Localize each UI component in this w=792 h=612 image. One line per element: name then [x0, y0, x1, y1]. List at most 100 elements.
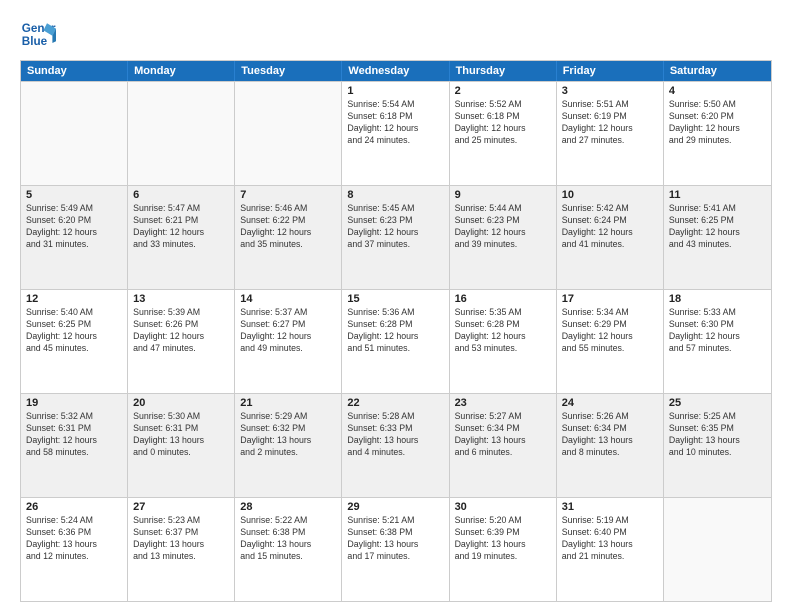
cell-info: Sunrise: 5:41 AM Sunset: 6:25 PM Dayligh… — [669, 203, 766, 251]
cell-info: Sunrise: 5:30 AM Sunset: 6:31 PM Dayligh… — [133, 411, 229, 459]
cell-info: Sunrise: 5:37 AM Sunset: 6:27 PM Dayligh… — [240, 307, 336, 355]
calendar-cell-21: 21 Sunrise: 5:29 AM Sunset: 6:32 PM Dayli… — [235, 394, 342, 497]
cell-day-number: 11 — [669, 189, 766, 201]
cell-info: Sunrise: 5:33 AM Sunset: 6:30 PM Dayligh… — [669, 307, 766, 355]
header-day-saturday: Saturday — [664, 61, 771, 81]
week-row-2: 12Sunrise: 5:40 AM Sunset: 6:25 PM Dayli… — [21, 289, 771, 393]
calendar-cell-24: 24 Sunrise: 5:26 AM Sunset: 6:34 PM Dayli… — [557, 394, 664, 497]
cell-info: Sunrise: 5:20 AM Sunset: 6:39 PM Dayligh… — [455, 515, 551, 563]
calendar-cell-17: 17 Sunrise: 5:34 AM Sunset: 6:29 PM Dayli… — [557, 290, 664, 393]
cell-info: Sunrise: 5:27 AM Sunset: 6:34 PM Dayligh… — [455, 411, 551, 459]
cell-day-number: 5 — [26, 189, 122, 201]
cell-day-number: 10 — [562, 189, 658, 201]
calendar-cell-5: 5 Sunrise: 5:49 AM Sunset: 6:20 PM Daylig… — [21, 186, 128, 289]
calendar-cell-7: 7 Sunrise: 5:46 AM Sunset: 6:22 PM Daylig… — [235, 186, 342, 289]
calendar-cell-empty-0-0 — [21, 82, 128, 185]
cell-day-number: 18 — [669, 293, 766, 305]
calendar-cell-empty-0-2 — [235, 82, 342, 185]
calendar-cell-empty-4-6 — [664, 498, 771, 601]
cell-day-number: 17 — [562, 293, 658, 305]
calendar-cell-29: 29Sunrise: 5:21 AM Sunset: 6:38 PM Dayli… — [342, 498, 449, 601]
cell-info: Sunrise: 5:29 AM Sunset: 6:32 PM Dayligh… — [240, 411, 336, 459]
cell-info: Sunrise: 5:28 AM Sunset: 6:33 PM Dayligh… — [347, 411, 443, 459]
svg-text:Blue: Blue — [22, 35, 48, 48]
cell-info: Sunrise: 5:50 AM Sunset: 6:20 PM Dayligh… — [669, 99, 766, 147]
calendar-cell-30: 30 Sunrise: 5:20 AM Sunset: 6:39 PM Dayli… — [450, 498, 557, 601]
calendar-cell-12: 12Sunrise: 5:40 AM Sunset: 6:25 PM Dayli… — [21, 290, 128, 393]
calendar-cell-1: 1 Sunrise: 5:54 AM Sunset: 6:18 PM Daylig… — [342, 82, 449, 185]
cell-day-number: 8 — [347, 189, 443, 201]
logo: General Blue — [20, 16, 56, 52]
cell-day-number: 16 — [455, 293, 551, 305]
calendar-cell-6: 6 Sunrise: 5:47 AM Sunset: 6:21 PM Daylig… — [128, 186, 235, 289]
cell-info: Sunrise: 5:49 AM Sunset: 6:20 PM Dayligh… — [26, 203, 122, 251]
cell-info: Sunrise: 5:32 AM Sunset: 6:31 PM Dayligh… — [26, 411, 122, 459]
cell-info: Sunrise: 5:42 AM Sunset: 6:24 PM Dayligh… — [562, 203, 658, 251]
cell-day-number: 12 — [26, 293, 122, 305]
calendar-cell-3: 3 Sunrise: 5:51 AM Sunset: 6:19 PM Daylig… — [557, 82, 664, 185]
cell-info: Sunrise: 5:36 AM Sunset: 6:28 PM Dayligh… — [347, 307, 443, 355]
calendar-cell-23: 23 Sunrise: 5:27 AM Sunset: 6:34 PM Dayli… — [450, 394, 557, 497]
cell-info: Sunrise: 5:47 AM Sunset: 6:21 PM Dayligh… — [133, 203, 229, 251]
cell-day-number: 22 — [347, 397, 443, 409]
calendar-header-row: SundayMondayTuesdayWednesdayThursdayFrid… — [21, 61, 771, 81]
week-row-0: 1 Sunrise: 5:54 AM Sunset: 6:18 PM Daylig… — [21, 81, 771, 185]
calendar-cell-empty-0-1 — [128, 82, 235, 185]
cell-info: Sunrise: 5:26 AM Sunset: 6:34 PM Dayligh… — [562, 411, 658, 459]
header-day-monday: Monday — [128, 61, 235, 81]
cell-day-number: 23 — [455, 397, 551, 409]
cell-day-number: 26 — [26, 501, 122, 513]
cell-day-number: 1 — [347, 85, 443, 97]
calendar-cell-2: 2 Sunrise: 5:52 AM Sunset: 6:18 PM Daylig… — [450, 82, 557, 185]
calendar-cell-4: 4Sunrise: 5:50 AM Sunset: 6:20 PM Daylig… — [664, 82, 771, 185]
week-row-4: 26Sunrise: 5:24 AM Sunset: 6:36 PM Dayli… — [21, 497, 771, 601]
calendar-cell-16: 16Sunrise: 5:35 AM Sunset: 6:28 PM Dayli… — [450, 290, 557, 393]
header-day-wednesday: Wednesday — [342, 61, 449, 81]
cell-info: Sunrise: 5:44 AM Sunset: 6:23 PM Dayligh… — [455, 203, 551, 251]
cell-info: Sunrise: 5:34 AM Sunset: 6:29 PM Dayligh… — [562, 307, 658, 355]
calendar-cell-9: 9Sunrise: 5:44 AM Sunset: 6:23 PM Daylig… — [450, 186, 557, 289]
cell-info: Sunrise: 5:19 AM Sunset: 6:40 PM Dayligh… — [562, 515, 658, 563]
header-day-tuesday: Tuesday — [235, 61, 342, 81]
cell-day-number: 25 — [669, 397, 766, 409]
cell-day-number: 28 — [240, 501, 336, 513]
cell-info: Sunrise: 5:45 AM Sunset: 6:23 PM Dayligh… — [347, 203, 443, 251]
cell-info: Sunrise: 5:51 AM Sunset: 6:19 PM Dayligh… — [562, 99, 658, 147]
cell-day-number: 3 — [562, 85, 658, 97]
cell-day-number: 20 — [133, 397, 229, 409]
cell-info: Sunrise: 5:25 AM Sunset: 6:35 PM Dayligh… — [669, 411, 766, 459]
header-day-sunday: Sunday — [21, 61, 128, 81]
calendar-cell-19: 19 Sunrise: 5:32 AM Sunset: 6:31 PM Dayli… — [21, 394, 128, 497]
calendar-cell-15: 15 Sunrise: 5:36 AM Sunset: 6:28 PM Dayli… — [342, 290, 449, 393]
cell-day-number: 6 — [133, 189, 229, 201]
calendar-cell-28: 28Sunrise: 5:22 AM Sunset: 6:38 PM Dayli… — [235, 498, 342, 601]
cell-day-number: 7 — [240, 189, 336, 201]
week-row-1: 5 Sunrise: 5:49 AM Sunset: 6:20 PM Daylig… — [21, 185, 771, 289]
header-day-thursday: Thursday — [450, 61, 557, 81]
logo-icon: General Blue — [20, 16, 56, 52]
page: General Blue SundayMondayTuesdayWednesda… — [0, 0, 792, 612]
cell-day-number: 15 — [347, 293, 443, 305]
cell-day-number: 21 — [240, 397, 336, 409]
calendar-cell-20: 20 Sunrise: 5:30 AM Sunset: 6:31 PM Dayli… — [128, 394, 235, 497]
cell-day-number: 19 — [26, 397, 122, 409]
calendar-cell-25: 25 Sunrise: 5:25 AM Sunset: 6:35 PM Dayli… — [664, 394, 771, 497]
cell-day-number: 13 — [133, 293, 229, 305]
calendar-cell-8: 8 Sunrise: 5:45 AM Sunset: 6:23 PM Daylig… — [342, 186, 449, 289]
calendar-cell-26: 26Sunrise: 5:24 AM Sunset: 6:36 PM Dayli… — [21, 498, 128, 601]
cell-day-number: 29 — [347, 501, 443, 513]
cell-info: Sunrise: 5:23 AM Sunset: 6:37 PM Dayligh… — [133, 515, 229, 563]
header-day-friday: Friday — [557, 61, 664, 81]
cell-info: Sunrise: 5:54 AM Sunset: 6:18 PM Dayligh… — [347, 99, 443, 147]
cell-day-number: 30 — [455, 501, 551, 513]
cell-day-number: 27 — [133, 501, 229, 513]
calendar-cell-27: 27 Sunrise: 5:23 AM Sunset: 6:37 PM Dayli… — [128, 498, 235, 601]
cell-day-number: 24 — [562, 397, 658, 409]
calendar-cell-22: 22 Sunrise: 5:28 AM Sunset: 6:33 PM Dayli… — [342, 394, 449, 497]
calendar-body: 1 Sunrise: 5:54 AM Sunset: 6:18 PM Daylig… — [21, 81, 771, 601]
cell-day-number: 2 — [455, 85, 551, 97]
cell-info: Sunrise: 5:46 AM Sunset: 6:22 PM Dayligh… — [240, 203, 336, 251]
cell-day-number: 14 — [240, 293, 336, 305]
cell-info: Sunrise: 5:52 AM Sunset: 6:18 PM Dayligh… — [455, 99, 551, 147]
cell-info: Sunrise: 5:39 AM Sunset: 6:26 PM Dayligh… — [133, 307, 229, 355]
